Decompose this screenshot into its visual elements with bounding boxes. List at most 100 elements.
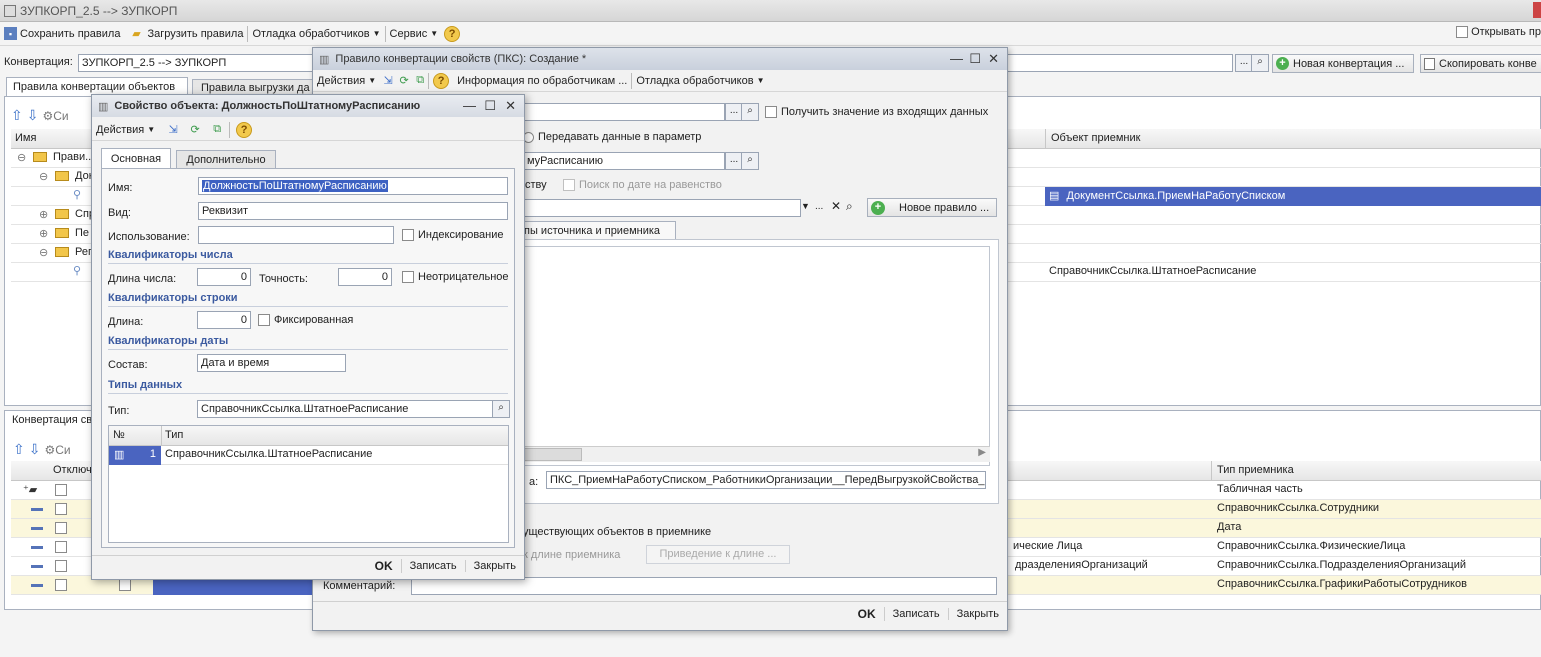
cast-to-length-button[interactable]: Приведение к длине ...: [646, 545, 790, 564]
maximize-button[interactable]: ☐: [969, 51, 981, 67]
search-by-date-checkbox[interactable]: [563, 179, 575, 191]
disable-checkbox[interactable]: [55, 503, 67, 515]
minimize-button[interactable]: —: [463, 98, 476, 113]
get-from-incoming-checkbox[interactable]: [765, 106, 777, 118]
tab-extra[interactable]: Дополнительно: [176, 150, 276, 168]
pass-in-param-option[interactable]: Передавать данные в параметр: [523, 131, 701, 143]
expand-icon[interactable]: ⊕: [39, 208, 48, 221]
row-num-cell[interactable]: ▥ 1: [109, 446, 161, 465]
search-settings-icon[interactable]: ⚙Си: [44, 443, 70, 457]
search-by-date-option[interactable]: Поиск по дате на равенство: [563, 179, 722, 191]
close-button[interactable]: ✕: [988, 51, 999, 67]
source-field[interactable]: [523, 103, 725, 121]
source-search-icon[interactable]: ⌕: [741, 103, 759, 121]
close-button[interactable]: ✕: [505, 98, 516, 114]
move-up-icon[interactable]: ⇧: [13, 441, 25, 458]
handler-info-button[interactable]: Информация по обработчикам ...: [453, 71, 631, 91]
conversion-rule-dropdown-icon[interactable]: ▼: [801, 201, 810, 211]
disable-checkbox[interactable]: [55, 560, 67, 572]
scroll-right-icon[interactable]: ▶: [978, 447, 986, 458]
tab-property-conversion[interactable]: Конвертация св: [7, 411, 102, 431]
disable-checkbox[interactable]: [119, 579, 131, 591]
conversion-rule-search-icon[interactable]: ⌕: [846, 199, 853, 214]
column-dest-header[interactable]: Объект приемник: [1051, 132, 1140, 144]
copy-icon[interactable]: ⧉: [209, 122, 225, 138]
composition-field[interactable]: Дата и время: [197, 354, 346, 372]
debug-handlers-menu[interactable]: Отладка обработчиков ▼: [632, 71, 768, 91]
close-button[interactable]: Закрыть: [466, 560, 516, 572]
close-button[interactable]: Закрыть: [949, 608, 999, 620]
disable-checkbox[interactable]: [55, 522, 67, 534]
conversion-rule-select-button[interactable]: ...: [815, 201, 823, 212]
type-search-icon[interactable]: ⌕: [492, 400, 510, 418]
window-close-partial[interactable]: [1533, 2, 1541, 18]
ok-button[interactable]: OK: [850, 607, 885, 621]
tab-main[interactable]: Основная: [101, 148, 171, 168]
save-close-icon[interactable]: ⇲: [165, 122, 181, 138]
scrollbar-thumb[interactable]: [522, 448, 582, 461]
new-conversion-button[interactable]: + Новая конвертация ...: [1272, 54, 1414, 73]
nonnegative-checkbox[interactable]: [402, 271, 414, 283]
save-close-icon[interactable]: ⇲: [380, 73, 396, 89]
help-icon[interactable]: ?: [236, 121, 253, 138]
debug-handlers-menu[interactable]: Отладка обработчиков ▼: [248, 24, 384, 44]
conversion-search-icon[interactable]: ⌕: [1251, 54, 1269, 72]
disable-checkbox[interactable]: [55, 541, 67, 553]
get-from-incoming-option[interactable]: Получить значение из входящих данных: [765, 106, 988, 118]
actions-menu[interactable]: Действия ▼: [92, 120, 159, 140]
table-row[interactable]: ▥ 1 СправочникСсылка.ШтатноеРасписание: [109, 446, 508, 465]
column-dest-type-header[interactable]: Тип приемника: [1217, 464, 1294, 476]
search-settings-icon[interactable]: ⚙Си: [42, 109, 68, 123]
minimize-button[interactable]: —: [950, 51, 963, 66]
fixed-option[interactable]: Фиксированная: [258, 314, 353, 326]
expand-icon[interactable]: ⊕: [39, 227, 48, 240]
open-rules-option[interactable]: Открывать пр: [1456, 26, 1541, 38]
indexing-option[interactable]: Индексирование: [402, 229, 504, 241]
actions-menu[interactable]: Действия ▼: [313, 71, 380, 91]
fixed-checkbox[interactable]: [258, 314, 270, 326]
ok-button[interactable]: OK: [367, 559, 402, 573]
column-num-header[interactable]: №: [113, 429, 125, 441]
nonnegative-option[interactable]: Неотрицательное: [402, 271, 509, 283]
handler-field[interactable]: ПКС_ПриемНаРаботуСписком_РаботникиОргани…: [546, 471, 986, 489]
dest-field[interactable]: муРасписанию: [523, 152, 725, 170]
tab-source-dest-types[interactable]: пы источника и приемника: [521, 221, 676, 240]
copy-icon[interactable]: ⧉: [412, 73, 428, 89]
string-length-field[interactable]: 0: [197, 311, 251, 329]
collapse-icon[interactable]: ⊖: [39, 246, 48, 259]
save-rules-button[interactable]: ▪ Сохранить правила: [0, 24, 124, 44]
write-button[interactable]: Записать: [402, 560, 466, 572]
type-field[interactable]: СправочникСсылка.ШтатноеРасписание: [197, 400, 493, 418]
disable-checkbox[interactable]: [55, 579, 67, 591]
column-type-header[interactable]: Тип: [165, 429, 183, 441]
new-rule-button[interactable]: + Новое правило ...: [867, 198, 997, 217]
refresh-icon[interactable]: ⟳: [396, 73, 412, 89]
clear-icon[interactable]: ✕: [831, 199, 841, 213]
conversion-rule-field[interactable]: [523, 199, 801, 217]
write-button[interactable]: Записать: [885, 608, 949, 620]
collapse-icon[interactable]: ⊖: [39, 170, 48, 183]
help-icon[interactable]: ?: [444, 25, 461, 42]
maximize-button[interactable]: ☐: [484, 98, 496, 114]
horizontal-scrollbar[interactable]: ▶: [522, 446, 990, 462]
collapse-icon[interactable]: ⊖: [17, 151, 26, 164]
disable-checkbox[interactable]: [55, 484, 67, 496]
number-length-field[interactable]: 0: [197, 268, 251, 286]
dest-search-icon[interactable]: ⌕: [741, 152, 759, 170]
load-rules-button[interactable]: ▰ Загрузить правила: [124, 24, 247, 44]
move-down-icon[interactable]: ⇩: [27, 107, 39, 124]
name-field[interactable]: ДолжностьПоШтатномуРасписанию: [198, 177, 508, 195]
selected-dest-cell[interactable]: ▤ ДокументСсылка.ПриемНаРаботуСписком: [1045, 187, 1541, 206]
precision-field[interactable]: 0: [338, 268, 392, 286]
usage-field[interactable]: [198, 226, 394, 244]
column-name-header[interactable]: Имя: [15, 132, 36, 144]
help-icon[interactable]: ?: [433, 72, 450, 89]
refresh-icon[interactable]: ⟳: [187, 122, 203, 138]
kind-field[interactable]: Реквизит: [198, 202, 508, 220]
column-off-header[interactable]: Отключ: [53, 464, 92, 476]
indexing-checkbox[interactable]: [402, 229, 414, 241]
open-rules-checkbox[interactable]: [1456, 26, 1469, 38]
move-up-icon[interactable]: ⇧: [11, 107, 23, 124]
service-menu[interactable]: Сервис ▼: [386, 24, 443, 44]
copy-conversion-button[interactable]: Скопировать конве: [1420, 54, 1541, 73]
